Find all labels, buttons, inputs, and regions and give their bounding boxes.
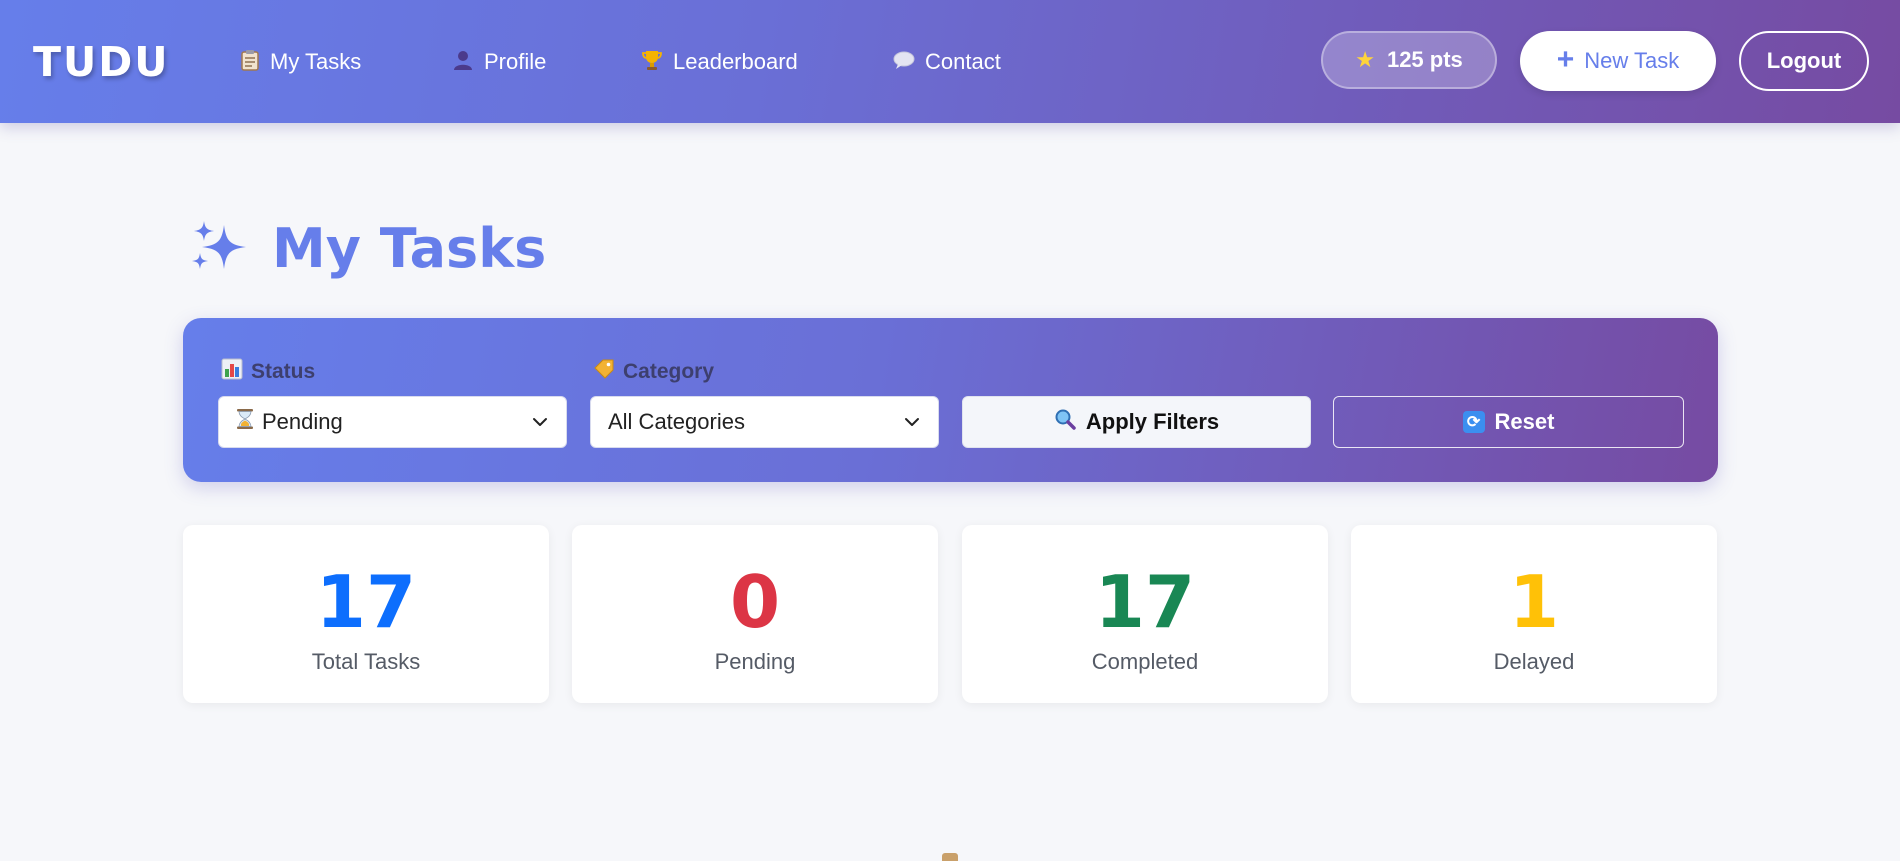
status-select[interactable]: Pending bbox=[218, 396, 567, 448]
stat-card-pending: 0 Pending bbox=[572, 525, 938, 703]
reset-label: Reset bbox=[1494, 409, 1555, 434]
apply-filters-label: Apply Filters bbox=[1085, 409, 1220, 434]
nav-link-my-tasks[interactable]: My Tasks bbox=[240, 46, 361, 78]
apply-filters-button[interactable]: Apply Filters bbox=[962, 396, 1311, 448]
nav-link-label: Leaderboard bbox=[673, 49, 798, 74]
clipboard-icon bbox=[240, 49, 260, 75]
clipboard-icon bbox=[942, 853, 958, 861]
stat-label: Delayed bbox=[1493, 649, 1575, 674]
new-task-label: New Task bbox=[1584, 48, 1680, 73]
sparkles-icon bbox=[190, 219, 250, 280]
stat-value: 1 bbox=[1508, 560, 1560, 644]
stat-card-total: 17 Total Tasks bbox=[183, 525, 549, 703]
logout-button[interactable]: Logout bbox=[1739, 31, 1869, 91]
stat-label: Completed bbox=[1091, 649, 1199, 674]
points-value: 125 pts bbox=[1386, 47, 1463, 72]
plus-icon: + bbox=[1556, 42, 1575, 76]
tag-icon bbox=[593, 358, 615, 386]
new-task-button[interactable]: + New Task bbox=[1520, 31, 1716, 91]
nav-link-label: My Tasks bbox=[270, 49, 362, 74]
speech-bubble-icon bbox=[893, 50, 915, 74]
star-icon: ★ bbox=[1355, 47, 1375, 72]
status-label-text: Status bbox=[251, 360, 316, 383]
magnifier-icon bbox=[1054, 408, 1076, 436]
nav-link-profile[interactable]: Profile bbox=[452, 46, 546, 78]
stat-label: Total Tasks bbox=[311, 649, 421, 674]
points-badge: ★ 125 pts bbox=[1321, 31, 1497, 89]
refresh-icon: ⟳ bbox=[1462, 411, 1485, 433]
hourglass-icon bbox=[236, 408, 254, 436]
nav-link-label: Contact bbox=[925, 49, 1001, 74]
stat-card-delayed: 1 Delayed bbox=[1351, 525, 1717, 703]
nav-link-label: Profile bbox=[484, 49, 547, 74]
chevron-down-icon bbox=[533, 418, 547, 426]
nav-link-contact[interactable]: Contact bbox=[893, 46, 1001, 78]
bar-chart-icon bbox=[221, 358, 243, 386]
category-select[interactable]: All Categories bbox=[590, 396, 939, 448]
category-select-value: All Categories bbox=[608, 409, 745, 434]
status-filter-label: Status bbox=[221, 358, 315, 386]
stat-card-completed: 17 Completed bbox=[962, 525, 1328, 703]
status-select-value-wrap: Pending bbox=[236, 408, 531, 436]
stat-label: Pending bbox=[714, 649, 796, 674]
status-select-value: Pending bbox=[262, 409, 343, 434]
brand-logo[interactable]: TUDU bbox=[33, 38, 170, 86]
stat-value: 17 bbox=[315, 560, 417, 644]
user-icon bbox=[452, 49, 474, 75]
filter-panel: Status Category Pending All Categories A… bbox=[183, 318, 1718, 482]
page-title: My Tasks bbox=[190, 214, 546, 284]
category-filter-label: Category bbox=[593, 358, 714, 386]
trophy-icon bbox=[641, 49, 663, 75]
stat-value: 17 bbox=[1094, 560, 1196, 644]
reset-button[interactable]: ⟳ Reset bbox=[1333, 396, 1684, 448]
nav-link-leaderboard[interactable]: Leaderboard bbox=[641, 46, 798, 78]
page-title-text: My Tasks bbox=[272, 217, 547, 280]
stat-value: 0 bbox=[729, 560, 781, 644]
navbar: TUDU My Tasks Profile Leaderboard Contac… bbox=[0, 0, 1900, 123]
category-label-text: Category bbox=[623, 360, 715, 383]
chevron-down-icon bbox=[905, 418, 919, 426]
